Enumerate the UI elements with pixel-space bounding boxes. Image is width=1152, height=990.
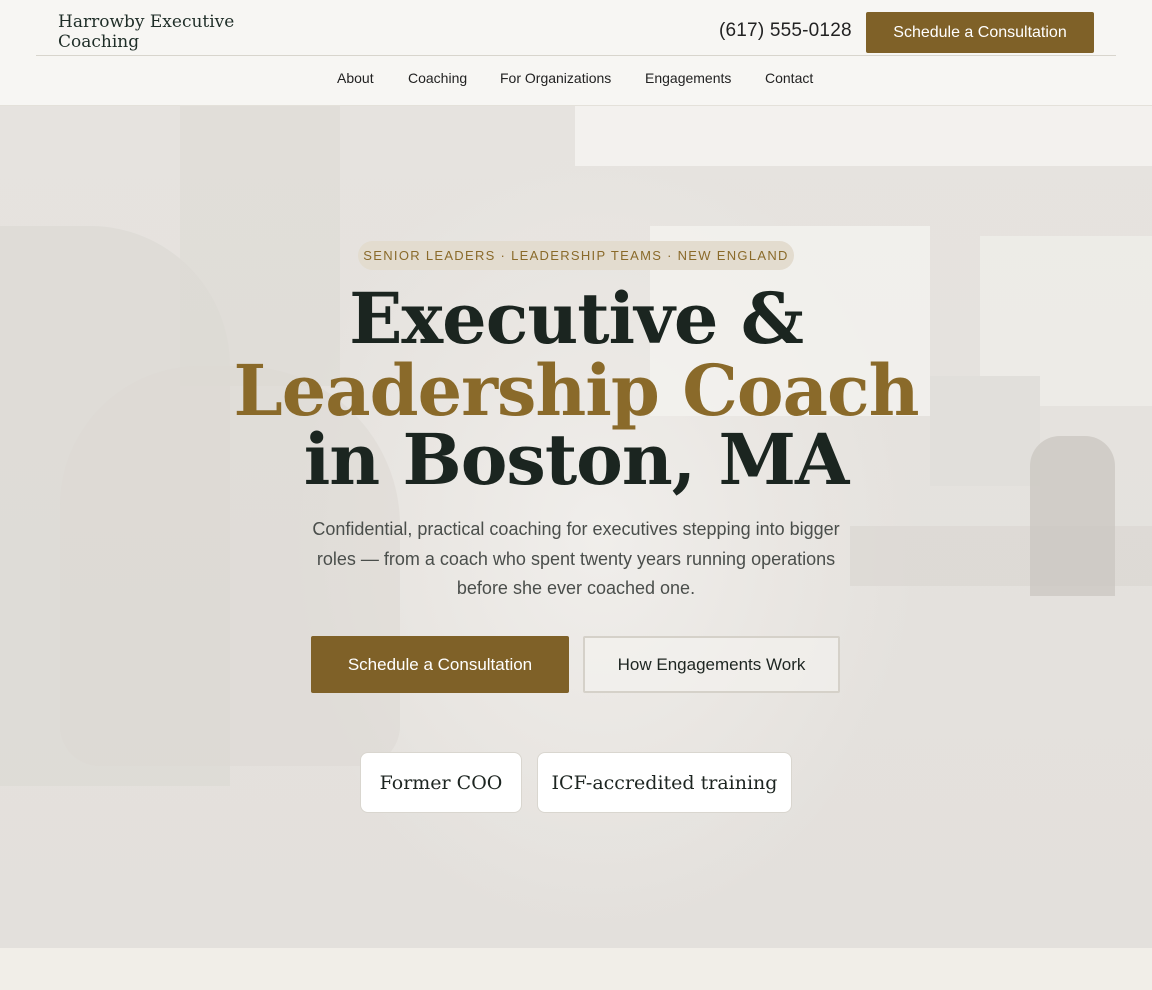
hero-title-line-1: Executive & bbox=[349, 277, 804, 360]
main-nav: About Coaching For Organizations Engagem… bbox=[0, 70, 1152, 90]
header-divider bbox=[36, 55, 1116, 56]
site-logo[interactable]: Harrowby Executive Coaching bbox=[58, 12, 258, 52]
nav-item-engagements[interactable]: Engagements bbox=[645, 70, 731, 86]
site-header: Harrowby Executive Coaching (617) 555-01… bbox=[0, 0, 1152, 106]
hero-subtitle: Confidential, practical coaching for exe… bbox=[312, 519, 840, 598]
credential-badge-former-coo: Former COO bbox=[360, 752, 522, 813]
how-engagements-work-button[interactable]: How Engagements Work bbox=[583, 636, 840, 693]
header-schedule-button[interactable]: Schedule a Consultation bbox=[866, 12, 1094, 53]
hero-eyebrow: SENIOR LEADERS · LEADERSHIP TEAMS · NEW … bbox=[358, 241, 794, 270]
nav-item-contact[interactable]: Contact bbox=[765, 70, 813, 86]
hero-schedule-button[interactable]: Schedule a Consultation bbox=[311, 636, 569, 693]
nav-item-about[interactable]: About bbox=[337, 70, 374, 86]
phone-link[interactable]: (617) 555-0128 bbox=[719, 20, 852, 42]
nav-item-coaching[interactable]: Coaching bbox=[408, 70, 467, 86]
background-ceiling bbox=[575, 106, 1152, 166]
nav-item-for-organizations[interactable]: For Organizations bbox=[500, 70, 611, 86]
hero-title-line-3: in Boston, MA bbox=[303, 418, 850, 501]
credential-badge-icf: ICF-accredited training bbox=[537, 752, 792, 813]
hero-title-line-2: Leadership Coach bbox=[233, 349, 920, 432]
